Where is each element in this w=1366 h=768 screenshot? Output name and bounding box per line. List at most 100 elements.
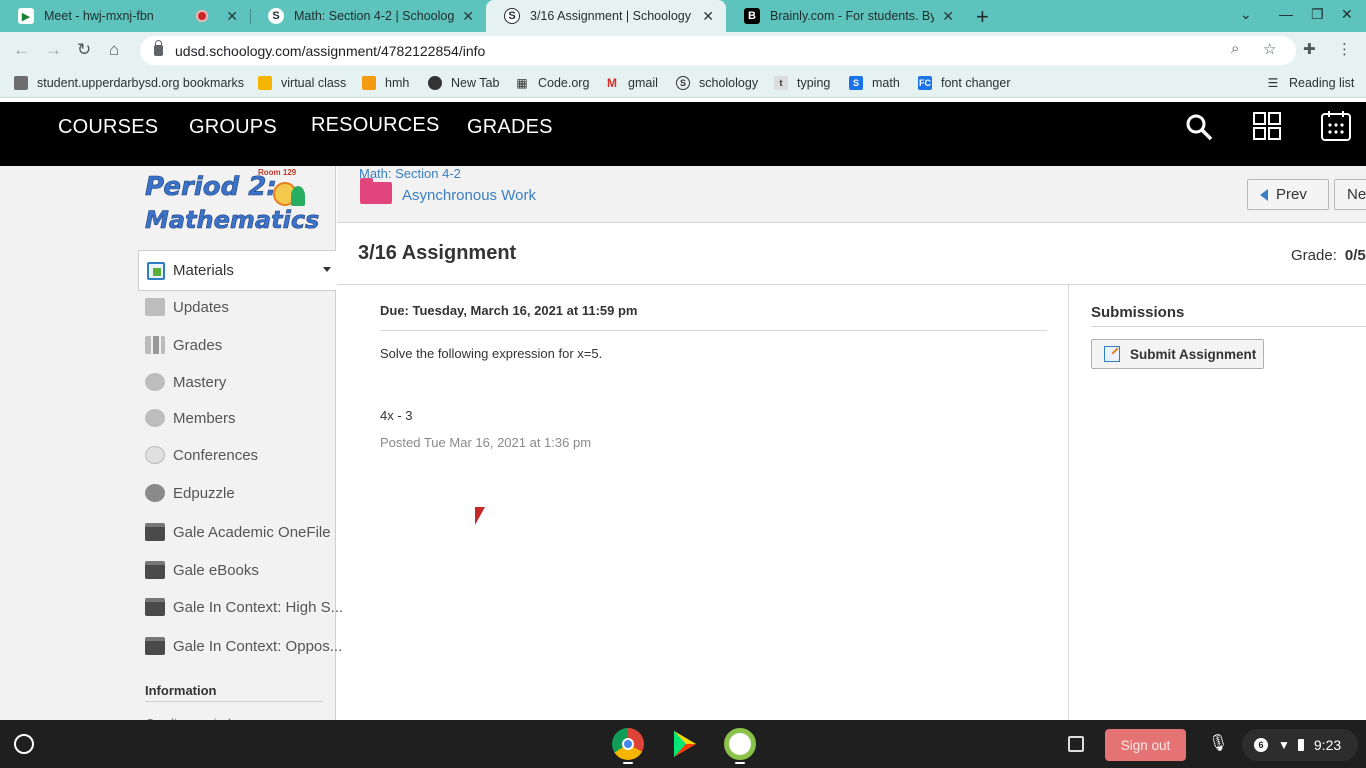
new-tab-icon[interactable]: + [976,4,989,30]
close-window-icon[interactable]: ✕ [1341,6,1353,23]
zoom-icon[interactable]: ⌕ [1231,40,1239,57]
reading-list[interactable]: ☰ Reading list [1266,76,1355,90]
sidebar-item-materials[interactable]: Materials [138,250,336,291]
bookmark-gmail[interactable]: M gmail [605,76,658,90]
sidebar-item-updates[interactable]: Updates [145,298,229,316]
bookmark-virtual-class[interactable]: virtual class [258,76,346,90]
sidebar-item-label: Gale In Context: High S... [173,598,344,616]
tab-assignment[interactable]: S 3/16 Assignment | Schoology ✕ [486,0,726,32]
nav-courses[interactable]: COURSES [58,116,158,139]
nav-groups[interactable]: GROUPS [189,116,277,139]
code-org-icon: ▦ [516,76,528,90]
bookmark-new-tab[interactable]: New Tab [428,76,499,90]
nav-resources[interactable]: RESOURCES [311,114,440,137]
bookmark-label: math [872,76,900,90]
tab-brainly[interactable]: B Brainly.com - For students. By st ✕ [726,0,966,32]
apps-grid-icon[interactable] [1252,111,1282,141]
sidebar-item-gale-ebooks[interactable]: Gale eBooks [145,561,259,579]
members-icon [145,409,165,427]
tab-meet[interactable]: ▶ Meet - hwj-mxnj-fbn ✕ [0,0,250,32]
divider [145,701,323,702]
gale-icon [145,561,165,579]
submit-assignment-button[interactable]: Submit Assignment [1091,339,1264,369]
sidebar-item-grades[interactable]: Grades [145,336,222,354]
grade-value: 0/5 [1344,247,1366,264]
gale-icon [145,637,165,655]
edpuzzle-icon [145,484,165,502]
folder-icon [14,76,28,90]
sidebar-item-label: Members [173,409,236,427]
bookmark-hmh[interactable]: hmh [362,76,409,90]
app-icon[interactable] [724,728,756,760]
restore-icon[interactable]: ❐ [1311,6,1324,23]
sidebar-item-mastery[interactable]: Mastery [145,373,226,391]
bookmark-typing[interactable]: t typing [774,76,830,90]
forward-icon[interactable]: → [45,40,62,60]
bookmark-scholology[interactable]: S scholology [676,76,758,90]
clock: 9:23 [1313,737,1342,753]
schoology-header: COURSES GROUPS RESOURCES GRADES [0,102,1366,166]
bookmarks-bar: student.upperdarbysd.org bookmarks virtu… [0,70,1366,98]
logo-line1: Period 2: [145,172,277,203]
star-icon[interactable]: ☆ [1263,40,1276,58]
microphone-icon[interactable]: 🎙 [1208,733,1228,753]
sidebar-item-members[interactable]: Members [145,409,236,427]
globe-icon [428,76,442,90]
status-tray[interactable]: 6 ▼ 9:23 [1242,729,1358,761]
bookmark-label: scholology [699,76,759,90]
sidebar-item-edpuzzle[interactable]: Edpuzzle [145,484,235,502]
reload-icon[interactable]: ↻ [77,40,91,60]
calendar-icon[interactable] [1320,110,1352,142]
sidebar-item-gale-in-context-high-school[interactable]: Gale In Context: High S... [145,598,343,616]
close-icon[interactable]: ✕ [942,8,954,25]
sidebar-item-label: Edpuzzle [173,484,235,502]
nav-grades[interactable]: GRADES [467,116,553,139]
home-icon[interactable]: ⌂ [109,40,119,60]
bookmark-label: font changer [941,76,1011,90]
launcher-icon[interactable] [14,734,34,754]
prev-button[interactable]: Prev [1247,179,1329,210]
sidebar-item-gale-in-context-opposing[interactable]: Gale In Context: Oppos... [145,637,342,655]
sidebar-item-label: Mastery [173,373,227,391]
divider [337,284,1366,285]
tote-icon[interactable] [1068,736,1084,752]
address-bar[interactable]: udsd.schoology.com/assignment/4782122854… [140,36,1296,65]
arrow-left-icon [1260,188,1268,201]
posted-timestamp: Posted Tue Mar 16, 2021 at 1:36 pm [380,435,592,450]
back-icon[interactable]: ← [13,40,30,60]
bookmark-folder[interactable]: student.upperdarbysd.org bookmarks [14,76,244,90]
tab-title: Meet - hwj-mxnj-fbn [44,9,154,23]
prev-label: Prev [1276,186,1307,203]
sidebar-item-label: Materials [173,262,234,279]
meet-icon: ▶ [18,8,34,24]
close-icon[interactable]: ✕ [702,8,714,25]
course-logo: Room 129 Period 2: Mathematics [145,168,323,238]
submit-label: Submit Assignment [1130,346,1257,362]
bookmark-label: gmail [628,76,658,90]
tab-math-section[interactable]: S Math: Section 4-2 | Schoology ✕ [250,0,486,32]
sidebar-item-label: Gale eBooks [173,561,259,579]
search-icon[interactable] [1184,112,1214,142]
extensions-icon[interactable]: ✚ [1303,40,1316,58]
folder-link[interactable]: Asynchronous Work [402,187,536,204]
play-store-icon[interactable] [668,728,700,760]
folder-icon [360,178,392,204]
bookmark-label: student.upperdarbysd.org bookmarks [37,76,245,90]
close-icon[interactable]: ✕ [462,8,474,25]
tab-search-icon[interactable]: ⌄ [1240,6,1252,23]
sidebar-item-conferences[interactable]: Conferences [145,446,258,464]
close-icon[interactable]: ✕ [226,8,238,25]
menu-icon[interactable]: ⋮ [1337,40,1352,58]
next-button[interactable]: Ne [1334,179,1366,210]
bookmark-font-changer[interactable]: FC font changer [918,76,1011,90]
os-shelf: Sign out 🎙 6 ▼ 9:23 [0,720,1366,768]
bookmark-math[interactable]: S math [849,76,900,90]
sign-out-button[interactable]: Sign out [1105,729,1186,761]
browser-toolbar: ← → ↻ ⌂ udsd.schoology.com/assignment/47… [0,32,1366,70]
minimize-icon[interactable]: — [1279,6,1293,22]
tab-title: 3/16 Assignment | Schoology [530,9,691,23]
breadcrumb[interactable]: Math: Section 4-2 [359,166,461,181]
bookmark-code-org[interactable]: ▦ Code.org [515,76,589,90]
notification-count: 6 [1254,738,1268,752]
sidebar-item-gale-academic-onefile[interactable]: Gale Academic OneFile [145,523,331,541]
